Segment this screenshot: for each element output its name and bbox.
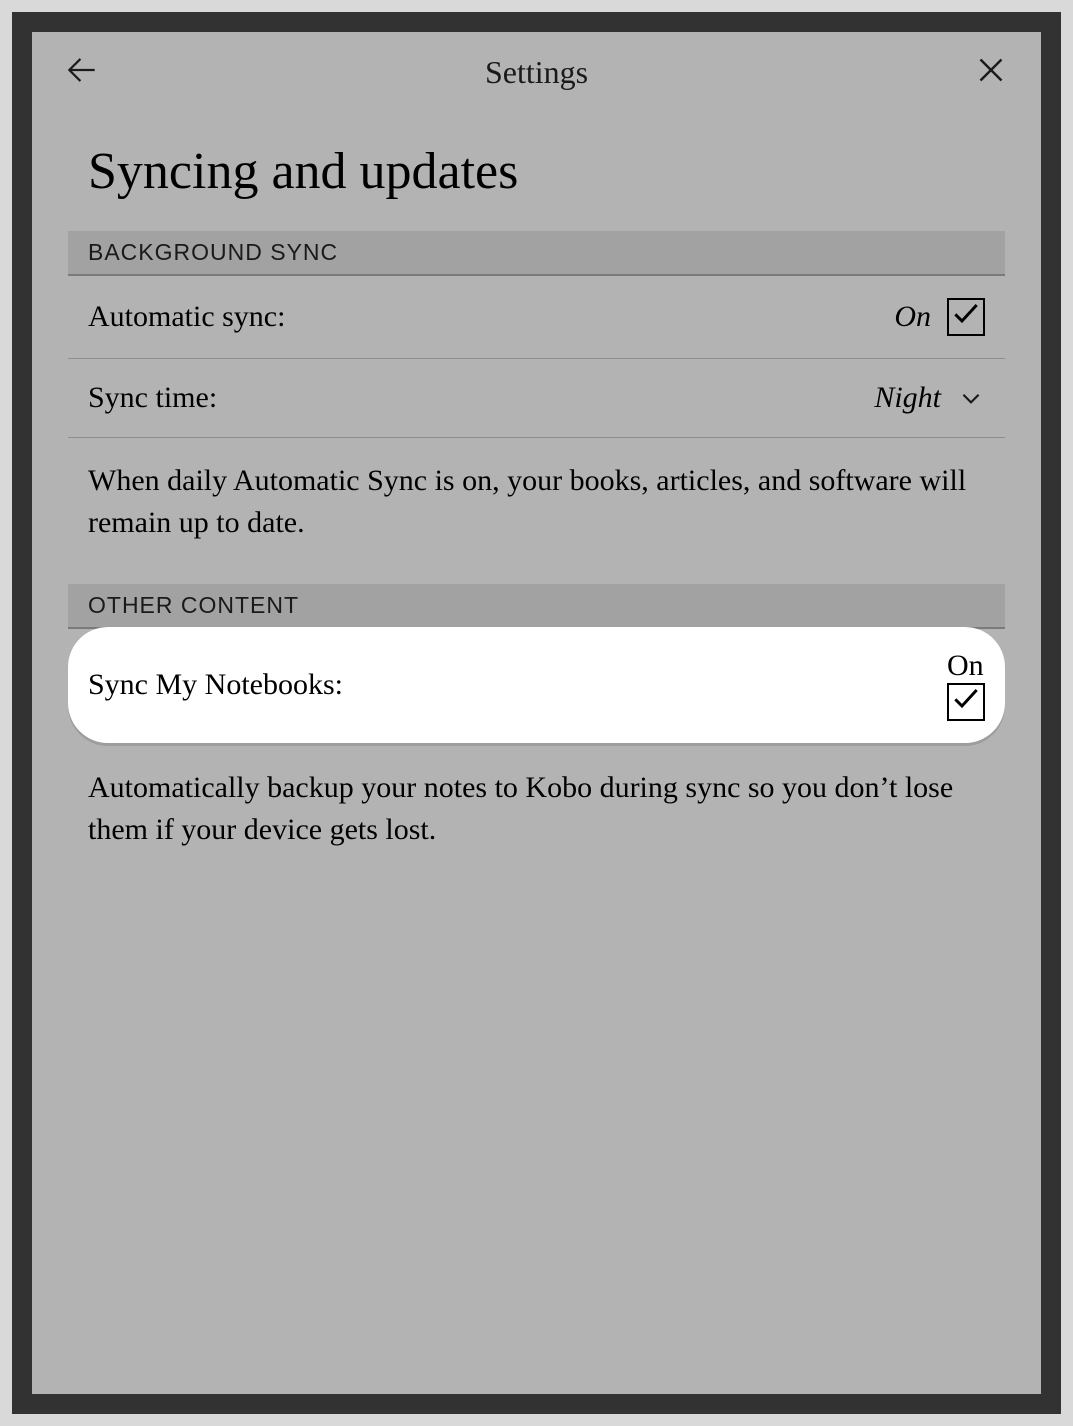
sync-notebooks-label: Sync My Notebooks: <box>88 668 343 702</box>
back-button[interactable] <box>60 50 104 94</box>
section-header-background-sync: BACKGROUND SYNC <box>68 231 1005 276</box>
row-sync-notebooks[interactable]: Sync My Notebooks: On <box>68 627 1005 743</box>
sync-time-value: Night <box>874 381 941 415</box>
sync-notebooks-value: On <box>947 649 984 682</box>
close-icon <box>973 52 1009 93</box>
row-sync-time[interactable]: Sync time: Night <box>68 359 1005 438</box>
sync-time-label: Sync time: <box>88 381 217 415</box>
check-icon <box>950 297 982 337</box>
close-button[interactable] <box>969 50 1013 94</box>
background-sync-description: When daily Automatic Sync is on, your bo… <box>32 438 1041 584</box>
top-bar: Settings <box>32 32 1041 112</box>
automatic-sync-value: On <box>894 300 931 334</box>
header-title: Settings <box>104 54 969 91</box>
automatic-sync-checkbox[interactable] <box>947 298 985 336</box>
sync-notebooks-checkbox[interactable] <box>947 683 985 721</box>
other-content-description: Automatically backup your notes to Kobo … <box>32 745 1041 891</box>
chevron-down-icon <box>957 384 985 412</box>
row-automatic-sync[interactable]: Automatic sync: On <box>68 276 1005 359</box>
arrow-left-icon <box>63 51 101 94</box>
check-icon <box>950 682 982 722</box>
section-header-other-content: OTHER CONTENT <box>68 584 1005 629</box>
page-title: Syncing and updates <box>32 122 1041 231</box>
automatic-sync-label: Automatic sync: <box>88 300 285 334</box>
